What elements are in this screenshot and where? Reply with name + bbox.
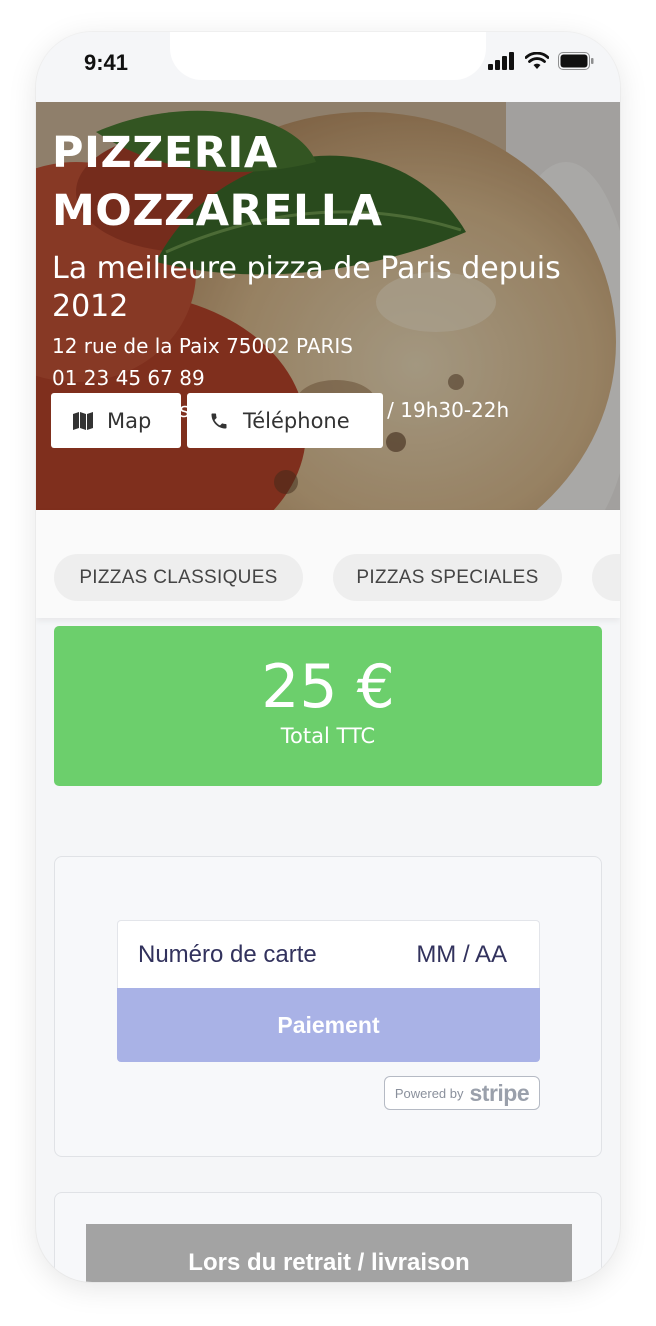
map-button[interactable]: Map — [51, 393, 181, 448]
category-next-partial[interactable] — [592, 554, 620, 601]
battery-icon — [558, 52, 594, 70]
total-label: Total TTC — [280, 724, 376, 748]
powered-by-label: Powered by — [394, 1085, 464, 1101]
phone-icon — [211, 413, 227, 428]
category-pizzas-speciales[interactable]: PIZZAS SPECIALES — [333, 554, 562, 601]
hero-buttons: Map Téléphone — [51, 393, 383, 448]
stripe-logo: stripe — [469, 1079, 530, 1106]
total-amount: 25 € — [261, 652, 395, 722]
status-bar: 9:41 — [36, 32, 620, 102]
notch — [170, 32, 486, 80]
restaurant-phone: 01 23 45 67 89 — [52, 366, 205, 390]
restaurant-info: PIZZERIA MOZZARELLA La meilleure pizza d… — [52, 124, 604, 426]
powered-by-stripe-badge[interactable]: Powered by stripe — [384, 1076, 540, 1110]
category-tabs: PIZZAS CLASSIQUES PIZZAS SPECIALES — [36, 510, 620, 618]
payment-card: Numéro de carte MM / AA Paiement Powered… — [54, 856, 602, 1157]
phone-button-label: Téléphone — [243, 408, 350, 433]
card-number-field[interactable]: Numéro de carte — [138, 941, 317, 969]
restaurant-name: PIZZERIA MOZZARELLA — [52, 128, 383, 236]
signal-icon — [488, 52, 514, 70]
wifi-icon — [525, 52, 549, 69]
status-time: 9:41 — [84, 50, 129, 75]
status-icons — [488, 52, 594, 70]
pickup-payment-button[interactable]: Lors du retrait / livraison — [86, 1224, 572, 1282]
restaurant-address: 12 rue de la Paix 75002 PARIS — [52, 334, 353, 358]
map-button-label: Map — [107, 408, 152, 433]
phone-frame: 9:41 PIZZERIA MOZZARELLA La meilleure pi… — [36, 32, 620, 1282]
expiry-field[interactable]: MM / AA — [416, 941, 507, 969]
category-pizzas-classiques[interactable]: PIZZAS CLASSIQUES — [54, 554, 303, 601]
map-icon — [73, 411, 93, 430]
total-box: 25 € Total TTC — [54, 626, 602, 786]
phone-button[interactable]: Téléphone — [187, 393, 383, 448]
pay-button[interactable]: Paiement — [117, 988, 540, 1062]
pickup-card: Lors du retrait / livraison — [54, 1192, 602, 1282]
restaurant-tagline: La meilleure pizza de Paris depuis 2012 — [52, 251, 561, 324]
card-input[interactable]: Numéro de carte MM / AA — [117, 920, 540, 988]
restaurant-header: PIZZERIA MOZZARELLA La meilleure pizza d… — [36, 102, 620, 510]
